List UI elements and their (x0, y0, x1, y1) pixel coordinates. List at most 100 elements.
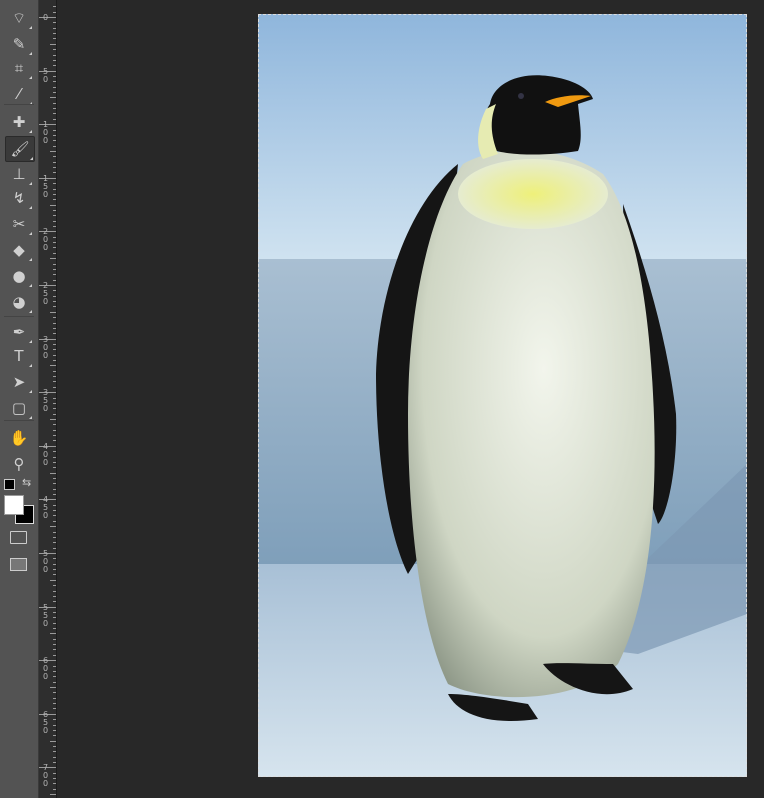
ruler-tick (53, 548, 56, 549)
ruler-tick (50, 312, 56, 313)
healing-brush-tool[interactable]: ✚ (5, 110, 33, 134)
dodge-tool[interactable]: ◕ (5, 290, 33, 314)
ruler-tick (53, 247, 56, 248)
ruler-tick (53, 558, 56, 559)
ruler-label: 200 (42, 227, 49, 252)
zoom-tool[interactable]: ⚲ (5, 452, 33, 476)
ruler-tick (53, 328, 56, 329)
pen-tool[interactable]: ✒ (5, 320, 33, 344)
ruler-tick (53, 596, 56, 597)
type-icon: T (14, 347, 24, 365)
path-selection-tool[interactable]: ➤ (5, 370, 33, 394)
ruler-tick (53, 569, 56, 570)
default-colors-icon[interactable] (4, 479, 15, 490)
tool-separator (4, 316, 34, 317)
ruler-tick (53, 226, 56, 227)
rectangle-tool[interactable]: ▢ (5, 396, 33, 420)
ruler-tick (53, 349, 56, 350)
ruler-tick (53, 483, 56, 484)
ruler-tick (53, 38, 56, 39)
ruler-tick (53, 462, 56, 463)
ruler-tick (53, 666, 56, 667)
ruler-tick (53, 537, 56, 538)
eraser-icon: ✂ (12, 215, 26, 233)
path-selection-icon: ➤ (12, 373, 26, 391)
ruler-tick (53, 398, 56, 399)
dodge-icon: ◕ (12, 293, 26, 311)
ruler-tick (53, 140, 56, 141)
eraser-tool[interactable]: ✂ (5, 212, 33, 236)
ruler-label: 500 (42, 549, 49, 574)
ruler-tick (53, 333, 56, 334)
eyedropper-tool[interactable]: ⁄ (5, 82, 33, 106)
ruler-tick (53, 55, 56, 56)
ruler-tick (53, 430, 56, 431)
hand-icon: ✋ (9, 429, 29, 447)
eyedropper-icon: ⁄ (17, 85, 21, 103)
clone-stamp-tool[interactable]: ⊥ (5, 162, 33, 186)
ruler-tick (50, 580, 56, 581)
ruler-tick (53, 719, 56, 720)
ruler-tick (53, 274, 56, 275)
ruler-tick (53, 414, 56, 415)
clone-stamp-icon: ⊥ (12, 165, 26, 183)
ruler-tick (53, 601, 56, 602)
ruler-tick (53, 655, 56, 656)
tools-panel: ⌔ ✎ ⌗ ⁄ ✚ 🖌 ⊥ ↯ ✂ ◆ ● ◕ ✒ T ➤ ▢ ✋ ⚲ ⇆ (0, 0, 39, 798)
ruler-tick (53, 735, 56, 736)
ruler-tick (53, 649, 56, 650)
type-tool[interactable]: T (5, 344, 33, 368)
ruler-tick (53, 708, 56, 709)
ruler-tick (53, 424, 56, 425)
ruler-label: 100 (42, 120, 49, 145)
brush-icon: 🖌 (10, 140, 30, 158)
ruler-tick (53, 264, 56, 265)
ruler-tick (53, 515, 56, 516)
pen-icon: ✒ (12, 323, 26, 341)
ruler-tick (50, 97, 56, 98)
ruler-tick (53, 778, 56, 779)
ruler-tick (53, 591, 56, 592)
vertical-ruler: 0 50 100 150 200 250 300 350 400 450 500 550 600 650 7… (39, 0, 57, 798)
ruler-label: 300 (42, 335, 49, 360)
brush-tool[interactable]: 🖌 (5, 136, 35, 162)
ruler-tick (53, 639, 56, 640)
ruler-tick (53, 574, 56, 575)
quick-mask-button[interactable] (10, 531, 27, 544)
ruler-tick (53, 510, 56, 511)
foreground-color-swatch[interactable] (4, 495, 24, 515)
ruler-tick (53, 108, 56, 109)
ruler-tick (53, 746, 56, 747)
quick-selection-tool[interactable]: ✎ (5, 32, 33, 56)
ruler-tick (53, 301, 56, 302)
ruler-tick (53, 221, 56, 222)
crop-icon: ⌗ (14, 59, 24, 77)
lasso-tool[interactable]: ⌔ (5, 6, 33, 30)
ruler-tick (53, 676, 56, 677)
ruler-tick (53, 167, 56, 168)
ruler-tick (53, 478, 56, 479)
ruler-tick (53, 376, 56, 377)
ruler-tick (50, 633, 56, 634)
swap-colors-icon[interactable]: ⇆ (22, 476, 31, 489)
history-brush-tool[interactable]: ↯ (5, 186, 33, 210)
ruler-tick (53, 306, 56, 307)
ruler-tick (50, 205, 56, 206)
rectangle-icon: ▢ (11, 399, 27, 417)
paint-bucket-tool[interactable]: ◆ (5, 238, 33, 262)
ruler-tick (53, 290, 56, 291)
screen-mode-button[interactable] (10, 558, 27, 571)
ruler-tick (53, 253, 56, 254)
hand-tool[interactable]: ✋ (5, 426, 33, 450)
ruler-tick (53, 28, 56, 29)
ruler-tick (50, 151, 56, 152)
blur-tool[interactable]: ● (5, 264, 33, 288)
healing-brush-icon: ✚ (12, 113, 26, 131)
ruler-tick (53, 451, 56, 452)
crop-tool[interactable]: ⌗ (5, 56, 33, 80)
ruler-tick (53, 698, 56, 699)
ruler-tick (53, 355, 56, 356)
tool-separator (4, 420, 34, 421)
ruler-tick (53, 585, 56, 586)
ruler-tick (53, 617, 56, 618)
